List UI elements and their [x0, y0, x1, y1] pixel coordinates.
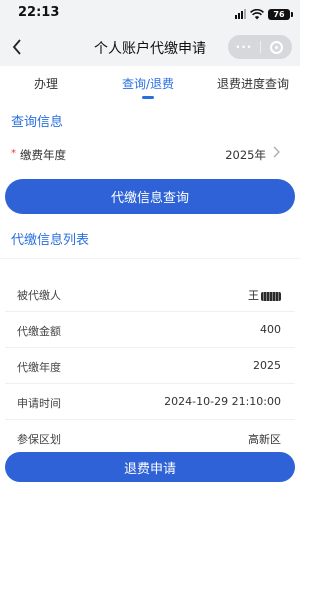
list-item: 代缴年度 2025 — [5, 348, 295, 384]
list-item: 代缴金额 400 — [5, 312, 295, 348]
chevron-right-icon — [273, 146, 280, 162]
list-item-value: 王 — [248, 287, 281, 303]
list-item-value: 高新区 — [248, 433, 281, 446]
year-field-value: 2025年 — [225, 148, 266, 162]
battery-icon: 76 — [268, 8, 293, 20]
status-icons: 76 — [235, 7, 293, 21]
list-item-label: 被代缴人 — [17, 289, 61, 302]
list-item: 参保区划 高新区 — [5, 420, 295, 456]
more-button[interactable]: ··· — [228, 40, 260, 54]
tab-query-refund[interactable]: 查询/退费 — [122, 75, 174, 92]
list-item-value: 2025 — [253, 359, 281, 372]
tab-handle[interactable]: 办理 — [34, 75, 58, 92]
list-item-label: 申请时间 — [17, 397, 61, 410]
list-item: 申请时间 2024-10-29 21:10:00 — [5, 384, 295, 420]
signal-icon — [235, 9, 246, 19]
year-field[interactable]: * 缴费年度 2025年 — [0, 140, 300, 170]
list-item: 被代缴人 王 — [5, 276, 295, 312]
redaction-mask — [261, 291, 281, 301]
wifi-icon — [250, 8, 264, 19]
list-item-value: 400 — [260, 323, 281, 336]
list-section-title: 代缴信息列表 — [11, 233, 90, 248]
tab-refund-progress[interactable]: 退费进度查询 — [217, 75, 289, 92]
status-bar: 22:13 76 — [0, 0, 300, 28]
list-item-label: 代缴金额 — [17, 325, 61, 338]
status-time: 22:13 — [18, 5, 60, 20]
tab-bar: 办理 查询/退费 退费进度查询 — [0, 66, 300, 100]
active-tab-indicator — [142, 96, 154, 99]
query-section-title: 查询信息 — [11, 115, 64, 130]
refund-apply-button[interactable]: 退费申请 — [5, 452, 295, 482]
list-item-label: 代缴年度 — [17, 361, 61, 374]
nav-bar: 个人账户代缴申请 ··· — [0, 28, 300, 66]
mini-program-capsule: ··· — [228, 35, 292, 59]
close-circle-icon — [270, 40, 283, 54]
query-button[interactable]: 代缴信息查询 — [5, 179, 295, 214]
payment-info-card: 被代缴人 王 代缴金额 400 代缴年度 2025 申请时间 2024-10-2… — [5, 270, 295, 456]
list-item-value: 2024-10-29 21:10:00 — [164, 395, 281, 408]
list-item-label: 参保区划 — [17, 433, 61, 446]
required-mark: * — [11, 148, 16, 159]
divider — [0, 258, 300, 259]
close-button[interactable] — [261, 40, 292, 54]
year-field-label: 缴费年度 — [20, 148, 66, 162]
